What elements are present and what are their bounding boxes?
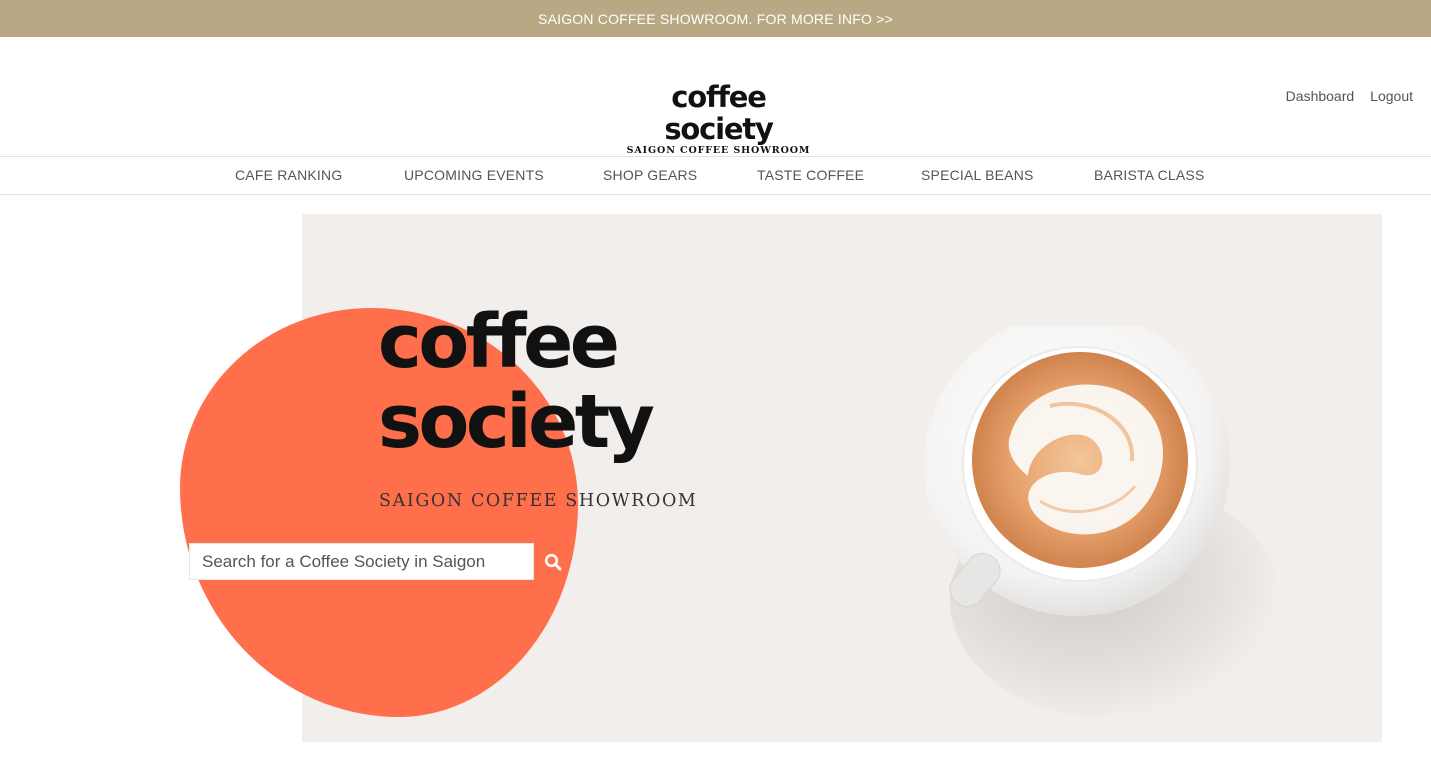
nav-item-cafe-ranking[interactable]: CAFE RANKING: [235, 167, 342, 183]
hero-title: coffee society: [378, 302, 678, 462]
site-logo[interactable]: coffee society SAIGON COFFEE SHOWROOM: [626, 81, 811, 156]
promo-banner[interactable]: SAIGON COFFEE SHOWROOM. FOR MORE INFO >>: [0, 0, 1431, 37]
nav-item-special-beans[interactable]: SPECIAL BEANS: [921, 167, 1034, 183]
nav-item-shop-gears[interactable]: SHOP GEARS: [603, 167, 697, 183]
nav-item-barista-class[interactable]: BARISTA CLASS: [1094, 167, 1205, 183]
search-button[interactable]: [534, 543, 571, 580]
site-header: coffee society SAIGON COFFEE SHOWROOM Da…: [0, 37, 1431, 156]
coffee-cup-image: [924, 326, 1230, 616]
account-links: Dashboard Logout: [1286, 88, 1413, 104]
dashboard-link[interactable]: Dashboard: [1286, 88, 1355, 104]
promo-text: SAIGON COFFEE SHOWROOM. FOR MORE INFO >>: [538, 10, 893, 27]
logout-link[interactable]: Logout: [1370, 88, 1413, 104]
main-nav: CAFE RANKING UPCOMING EVENTS SHOP GEARS …: [0, 156, 1431, 195]
hero-subtitle: SAIGON COFFEE SHOWROOM: [379, 491, 698, 511]
search-input[interactable]: [189, 543, 534, 580]
search-icon: [544, 553, 561, 570]
hero-title-line1: coffee: [378, 299, 620, 385]
logo-wordmark: coffee society: [664, 80, 774, 146]
hero-title-line2: society: [378, 379, 655, 465]
nav-item-taste-coffee[interactable]: TASTE COFFEE: [757, 167, 864, 183]
nav-item-upcoming-events[interactable]: UPCOMING EVENTS: [404, 167, 544, 183]
